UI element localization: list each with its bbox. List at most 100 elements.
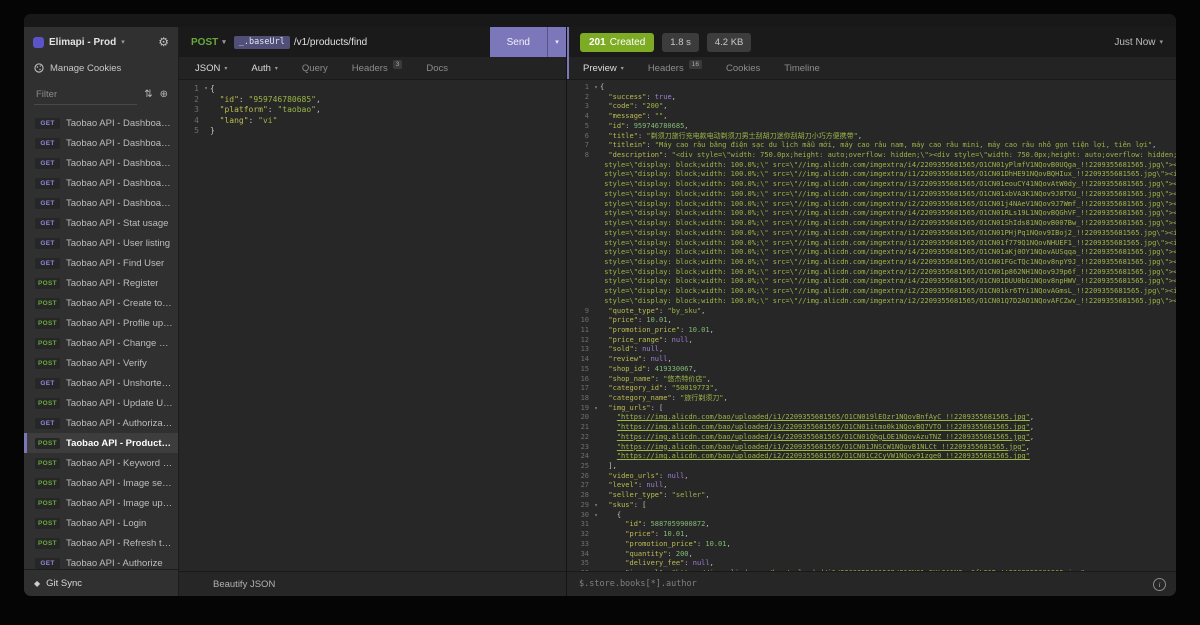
request-tab-auth[interactable]: Auth▾ xyxy=(239,57,290,79)
code-text: "id": 5887059900872, xyxy=(600,520,1176,530)
git-sync-button[interactable]: ◆ Git Sync xyxy=(24,569,178,596)
request-footer: Beautify JSON xyxy=(179,571,566,596)
line-number xyxy=(567,297,592,307)
request-list-item[interactable]: GETTaobao API - Authorize xyxy=(24,553,178,569)
request-list-item[interactable]: GETTaobao API - Dashboar… xyxy=(24,113,178,133)
request-list-item[interactable]: POSTTaobao API - Login xyxy=(24,513,178,533)
fold-spacer xyxy=(592,540,600,550)
sort-icon[interactable]: ⇅ xyxy=(144,90,152,100)
token: "category_id" xyxy=(608,384,663,392)
token: "shop_name" xyxy=(608,375,654,383)
request-tab-json[interactable]: JSON▾ xyxy=(183,57,239,79)
request-list-item[interactable]: GET Taobao API - Unshorte… xyxy=(24,373,178,393)
response-body-viewer[interactable]: 1▾{2"success": true,3"code": "200",4"mes… xyxy=(567,80,1176,571)
request-name: Taobao API - Dashboar… xyxy=(66,138,173,149)
workspace-selector[interactable]: Elimapi - Prod ▾ ⚙ xyxy=(24,27,178,57)
method-badge: GET xyxy=(35,378,60,389)
response-code-line: 16"shop_name": "悠杰特价店", xyxy=(567,375,1176,385)
request-code-line: 5} xyxy=(179,126,566,137)
send-button[interactable]: Send xyxy=(490,27,547,57)
request-code-line: 1▾{ xyxy=(179,84,566,95)
request-name: Taobao API - Dashboar… xyxy=(66,158,173,169)
fold-spacer xyxy=(202,105,210,116)
line-number xyxy=(567,180,592,190)
send-options-button[interactable]: ▾ xyxy=(547,27,566,57)
history-label: Just Now xyxy=(1114,37,1155,48)
request-name: Taobao API - Unshorte… xyxy=(66,378,171,389)
request-list-item[interactable]: GETTaobao API - Dashboar… xyxy=(24,133,178,153)
info-icon[interactable]: i xyxy=(1153,578,1166,591)
fold-spacer xyxy=(592,520,600,530)
code-text: "titlein": "Máy cao râu bằng điện sạc du… xyxy=(600,141,1176,151)
request-list-item[interactable]: POSTTaobao API - Profile up… xyxy=(24,313,178,333)
response-tab-preview[interactable]: Preview▾ xyxy=(571,57,636,79)
beautify-json-button[interactable]: Beautify JSON xyxy=(213,579,275,590)
request-list-item[interactable]: GETTaobao API - Dashboar… xyxy=(24,153,178,173)
response-filter-input[interactable] xyxy=(577,578,1145,590)
code-text: "review": null, xyxy=(600,355,1176,365)
token: "category_name" xyxy=(608,394,671,402)
token: "" xyxy=(655,112,663,120)
request-list-item[interactable]: POSTTaobao API - Create to… xyxy=(24,293,178,313)
request-list-item[interactable]: GETTaobao API - Authoriza… xyxy=(24,413,178,433)
filter-input[interactable] xyxy=(34,85,137,105)
response-tab-cookies[interactable]: Cookies xyxy=(714,57,772,79)
request-list-item[interactable]: GETTaobao API - Find User xyxy=(24,253,178,273)
token: , xyxy=(659,345,663,353)
request-list-item[interactable]: GETTaobao API - Dashboar… xyxy=(24,173,178,193)
fold-spacer xyxy=(592,161,600,171)
fold-caret-icon[interactable]: ▾ xyxy=(202,84,210,95)
response-size-badge: 4.2 KB xyxy=(707,33,752,52)
token: , xyxy=(684,122,688,130)
line-number: 17 xyxy=(567,384,592,394)
manage-cookies-button[interactable]: Manage Cookies xyxy=(24,57,178,79)
request-tab-docs[interactable]: Docs xyxy=(414,57,460,79)
fold-caret-icon[interactable]: ▾ xyxy=(592,83,600,93)
request-tab-headers[interactable]: Headers3 xyxy=(340,57,415,79)
token: style=\"display: block;width: 100.0%;\" … xyxy=(604,209,1176,217)
add-request-icon[interactable]: ⊕ xyxy=(160,90,168,100)
fold-spacer xyxy=(592,481,600,491)
response-tab-headers[interactable]: Headers16 xyxy=(636,57,714,79)
fold-spacer xyxy=(592,141,600,151)
response-code-line: 5"id": 959746780685, xyxy=(567,122,1176,132)
request-list-item[interactable]: GETTaobao API - Stat usage xyxy=(24,213,178,233)
request-list-item[interactable]: POSTTaobao API - Update U… xyxy=(24,393,178,413)
request-body-editor[interactable]: 1▾{2"id": "959746780685",3"platform": "t… xyxy=(179,80,566,571)
app-window: Elimapi - Prod ▾ ⚙ Manage Cookies ⇅ ⊕ GE… xyxy=(24,14,1176,596)
panel-drag-handle[interactable] xyxy=(567,27,569,79)
fold-caret-icon[interactable]: ▾ xyxy=(592,404,600,414)
fold-spacer xyxy=(592,239,600,249)
url-input[interactable]: _.baseUrl /v1/products/find xyxy=(234,36,482,49)
token: , xyxy=(663,102,667,110)
token: : xyxy=(646,93,654,101)
request-list-item[interactable]: POSTTaobao API - Change u… xyxy=(24,333,178,353)
token: style=\"display: block;width: 100.0%;\" … xyxy=(604,287,1176,295)
code-text: style=\"display: block;width: 100.0%;\" … xyxy=(600,229,1176,239)
request-list-item[interactable]: POSTTaobao API - Verify xyxy=(24,353,178,373)
request-list-item[interactable]: POSTTaobao API - Keyword … xyxy=(24,453,178,473)
method-dropdown[interactable]: POST ▾ xyxy=(191,37,226,48)
fold-spacer xyxy=(202,126,210,137)
request-list-item[interactable]: POSTTaobao API - Product d… xyxy=(24,433,178,453)
fold-caret-icon[interactable]: ▾ xyxy=(592,511,600,521)
request-list-item[interactable]: GETTaobao API - Dashboar… xyxy=(24,193,178,213)
response-tab-timeline[interactable]: Timeline xyxy=(772,57,832,79)
request-list-item[interactable]: POSTTaobao API - Refresh t… xyxy=(24,533,178,553)
response-history-dropdown[interactable]: Just Now ▾ xyxy=(1114,37,1163,48)
token: style=\"display: block;width: 100.0%;\" … xyxy=(604,248,1176,256)
request-list-item[interactable]: POSTTaobao API - Image se… xyxy=(24,473,178,493)
request-list-item[interactable]: GETTaobao API - User listing xyxy=(24,233,178,253)
token: "50019773" xyxy=(672,384,714,392)
token: "quote_type" xyxy=(608,307,659,315)
request-list-item[interactable]: POSTTaobao API - Register xyxy=(24,273,178,293)
url-bar: POST ▾ _.baseUrl /v1/products/find Send … xyxy=(179,27,566,57)
request-list-item[interactable]: POSTTaobao API - Image up… xyxy=(24,493,178,513)
token: "seller_type" xyxy=(608,491,663,499)
token: { xyxy=(600,83,604,91)
line-number: 32 xyxy=(567,530,592,540)
request-tab-query[interactable]: Query xyxy=(290,57,340,79)
fold-caret-icon[interactable]: ▾ xyxy=(592,501,600,511)
settings-gear-icon[interactable]: ⚙ xyxy=(158,36,169,48)
method-badge: GET xyxy=(35,198,60,209)
